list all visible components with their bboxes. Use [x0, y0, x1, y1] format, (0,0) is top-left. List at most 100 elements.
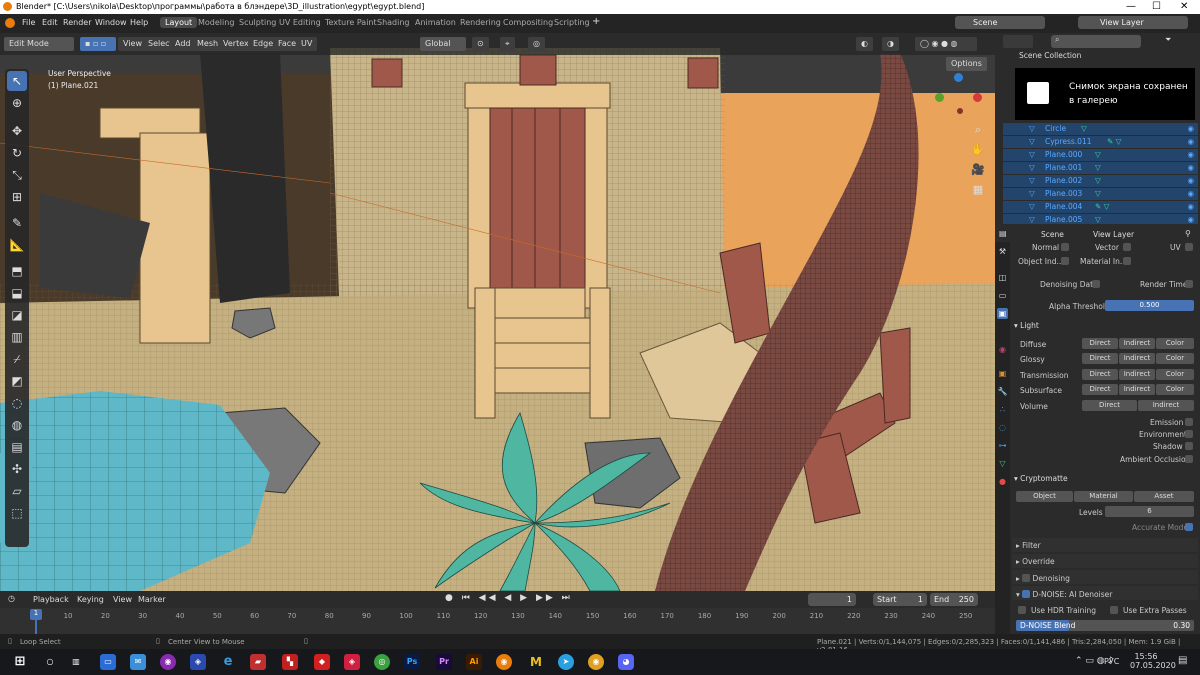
subsurface-color-button[interactable]: Color: [1156, 384, 1194, 395]
app-icon-7[interactable]: ◎: [374, 654, 390, 670]
cursor-icon[interactable]: ⊕: [7, 93, 27, 113]
glossy-direct-button[interactable]: Direct: [1082, 353, 1118, 364]
visibility-icon[interactable]: ◐: [856, 37, 873, 51]
pass-object-index-checkbox[interactable]: [1061, 257, 1069, 265]
filter-panel[interactable]: ▸ Filter: [1012, 538, 1198, 552]
menu-keying[interactable]: Keying: [77, 595, 104, 604]
menu-uv[interactable]: UV: [296, 37, 318, 51]
ambient-occlusion-checkbox[interactable]: [1185, 455, 1193, 463]
menu-playback[interactable]: Playback: [33, 595, 69, 604]
render-tab-icon[interactable]: ◫: [997, 272, 1008, 283]
render-time-checkbox[interactable]: [1185, 280, 1193, 288]
material-tab-icon[interactable]: ●: [997, 476, 1008, 487]
editor-type-icon[interactable]: ◷: [8, 594, 15, 603]
app-icon-2[interactable]: ◈: [190, 654, 206, 670]
app-icon-5[interactable]: ◆: [314, 654, 330, 670]
premiere-icon[interactable]: Pr: [436, 654, 452, 670]
view-layer-selector[interactable]: View Layer: [1078, 16, 1188, 29]
environment-checkbox[interactable]: [1185, 430, 1193, 438]
minimize-icon[interactable]: —: [1126, 1, 1136, 12]
measure-icon[interactable]: 📐: [7, 235, 27, 255]
menu-marker[interactable]: Marker: [138, 595, 166, 604]
overlay-icon[interactable]: ◑: [882, 37, 899, 51]
add-workspace-icon[interactable]: +: [592, 16, 600, 27]
outliner-row[interactable]: ▽ Plane.003 ▽ ◉: [1003, 188, 1198, 200]
crypto-asset-button[interactable]: Asset: [1134, 491, 1194, 502]
orientation-selector[interactable]: Global: [420, 37, 466, 51]
menu-render[interactable]: Render: [63, 18, 91, 27]
playback-controls[interactable]: ● ⏮ ◀◀ ◀ ▶ ▶▶ ⏭: [445, 593, 573, 603]
tool-tab-icon[interactable]: ⚒: [997, 246, 1008, 257]
emission-checkbox[interactable]: [1185, 418, 1193, 426]
select-box-icon[interactable]: ↖: [7, 71, 27, 91]
rotate-icon[interactable]: ↻: [7, 143, 27, 163]
outliner-row[interactable]: ▽ Plane.000 ▽ ◉: [1003, 149, 1198, 161]
frame-ruler[interactable]: 1102030405060708090100110120130140150160…: [0, 608, 995, 634]
tab-uv-editing[interactable]: UV Editing: [274, 17, 326, 28]
outliner-row[interactable]: ▽ Cypress.011 ✎ ▽ ◉: [1003, 136, 1198, 148]
denoising-data-checkbox[interactable]: [1092, 280, 1100, 288]
glossy-indirect-button[interactable]: Indirect: [1119, 353, 1155, 364]
diffuse-indirect-button[interactable]: Indirect: [1119, 338, 1155, 349]
override-panel[interactable]: ▸ Override: [1012, 554, 1198, 568]
transform-icon[interactable]: ⊞: [7, 187, 27, 207]
snap-icon[interactable]: ⌖: [500, 37, 515, 51]
telegram-icon[interactable]: ➤: [558, 654, 574, 670]
pan-icon[interactable]: ✋: [968, 143, 988, 163]
current-frame-field[interactable]: 1: [808, 593, 856, 606]
crypto-object-button[interactable]: Object: [1016, 491, 1073, 502]
pass-normal-checkbox[interactable]: [1061, 243, 1069, 251]
transmission-direct-button[interactable]: Direct: [1082, 369, 1118, 380]
maximize-icon[interactable]: ☐: [1152, 1, 1161, 12]
filter-icon[interactable]: ⏷: [1165, 35, 1171, 45]
view-layer-tab-icon[interactable]: ▣: [997, 308, 1008, 319]
app-icon-4[interactable]: ▚: [282, 654, 298, 670]
object-tab-icon[interactable]: ▣: [997, 368, 1008, 379]
discord-icon[interactable]: ◕: [618, 654, 634, 670]
menu-window[interactable]: Window: [95, 18, 127, 27]
outliner-row[interactable]: ▽ Plane.001 ▽ ◉: [1003, 162, 1198, 174]
illustrator-icon[interactable]: Ai: [466, 654, 482, 670]
extrude-icon[interactable]: ⬒: [7, 261, 27, 281]
inset-icon[interactable]: ⬓: [7, 283, 27, 303]
clock[interactable]: 15:56 07.05.2020: [1130, 652, 1176, 670]
mode-selector[interactable]: Edit Mode: [4, 37, 74, 51]
photoshop-icon[interactable]: Ps: [404, 654, 420, 670]
chrome-icon[interactable]: ◉: [588, 654, 604, 670]
properties-type-icon[interactable]: ▤: [999, 229, 1007, 238]
app-icon-3[interactable]: ▰: [250, 654, 266, 670]
outliner-row[interactable]: ▽ Plane.002 ▽ ◉: [1003, 175, 1198, 187]
outliner-mode-icon[interactable]: [1003, 35, 1033, 48]
select-mode-buttons[interactable]: ▪ ▫ ▫: [80, 37, 116, 51]
modifier-tab-icon[interactable]: 🔧: [997, 386, 1008, 397]
menu-file[interactable]: File: [22, 18, 35, 27]
constraint-tab-icon[interactable]: ⊶: [997, 440, 1008, 451]
app-icon-6[interactable]: ◈: [344, 654, 360, 670]
particles-tab-icon[interactable]: ∴: [997, 404, 1008, 415]
pin-icon[interactable]: ⚲: [1185, 229, 1191, 238]
shadow-checkbox[interactable]: [1185, 442, 1193, 450]
tab-shading[interactable]: Shading: [372, 17, 415, 28]
outliner-row[interactable]: ▽ Circle ▽ ◉: [1003, 123, 1198, 135]
edge-icon[interactable]: e: [220, 654, 236, 670]
camera-icon[interactable]: 🎥: [968, 163, 988, 183]
subsurface-indirect-button[interactable]: Indirect: [1119, 384, 1155, 395]
outliner-row[interactable]: ▽ Plane.005 ▽ ◉: [1003, 214, 1198, 224]
pivot-icon[interactable]: ⊙: [472, 37, 489, 51]
viewport-scene[interactable]: [0, 33, 995, 591]
mail-icon[interactable]: ✉: [130, 654, 146, 670]
menu-view-timeline[interactable]: View: [113, 595, 132, 604]
cryptomatte-section-header[interactable]: ▾ Cryptomatte: [1014, 474, 1068, 483]
navigation-gizmo[interactable]: [933, 73, 983, 123]
scene-tab-icon[interactable]: ◉: [997, 344, 1008, 355]
alpha-threshold-slider[interactable]: 0.500: [1105, 300, 1194, 311]
3d-viewport[interactable]: Edit Mode ▪ ▫ ▫ View Select Add Mesh Ver…: [0, 33, 995, 591]
pass-material-index-checkbox[interactable]: [1123, 257, 1131, 265]
app-icon-1[interactable]: ◉: [160, 654, 176, 670]
tab-layout[interactable]: Layout: [160, 17, 198, 28]
shear-icon[interactable]: ▱: [7, 481, 27, 501]
options-button[interactable]: Options: [946, 57, 987, 71]
shading-modes[interactable]: ◯ ◉ ● ◍: [915, 37, 977, 51]
spin-icon[interactable]: ◌: [7, 393, 27, 413]
transmission-indirect-button[interactable]: Indirect: [1119, 369, 1155, 380]
